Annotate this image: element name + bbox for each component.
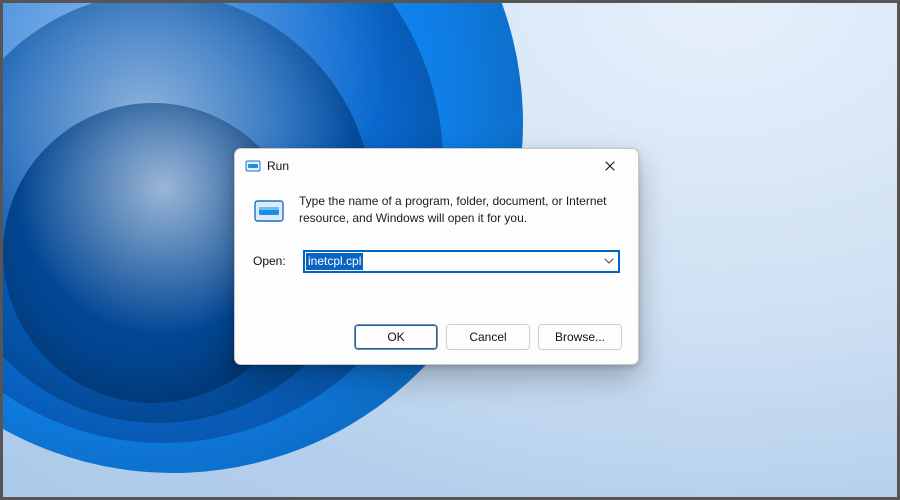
- dialog-title: Run: [267, 159, 289, 173]
- close-button[interactable]: [590, 152, 630, 180]
- browse-button[interactable]: Browse...: [538, 324, 622, 350]
- open-input[interactable]: [303, 250, 620, 273]
- chevron-down-icon: [604, 258, 614, 264]
- open-label: Open:: [253, 254, 293, 268]
- ok-button[interactable]: OK: [354, 324, 438, 350]
- run-dialog: Run Type the name of a program, folder, …: [234, 148, 639, 365]
- open-combobox[interactable]: inetcpl.cpl: [303, 250, 620, 273]
- cancel-button[interactable]: Cancel: [446, 324, 530, 350]
- dialog-description: Type the name of a program, folder, docu…: [299, 193, 620, 228]
- desktop: Run Type the name of a program, folder, …: [0, 0, 900, 500]
- open-dropdown-button[interactable]: [599, 251, 619, 272]
- close-icon: [605, 161, 615, 171]
- run-icon: [253, 195, 285, 227]
- button-row: OK Cancel Browse...: [235, 310, 638, 364]
- titlebar[interactable]: Run: [235, 149, 638, 183]
- dialog-body: Type the name of a program, folder, docu…: [235, 183, 638, 310]
- run-icon: [245, 158, 261, 174]
